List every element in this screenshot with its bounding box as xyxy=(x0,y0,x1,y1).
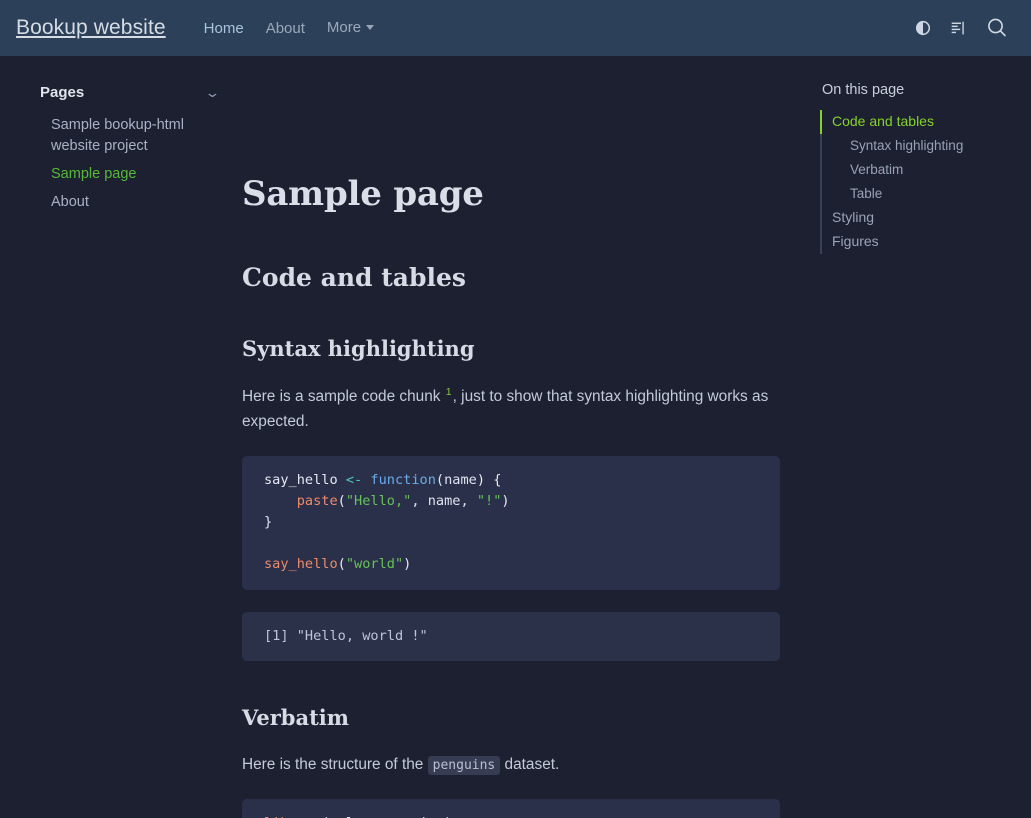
page-layout: Pages ⌄ Sample bookup-html website proje… xyxy=(0,56,1031,818)
text-settings-icon[interactable] xyxy=(950,20,967,37)
code-token-paren-close-3: ) xyxy=(403,556,412,573)
code-token-arg-name: name xyxy=(444,471,477,488)
list-item: Sample page xyxy=(51,164,218,185)
toc-item-verbatim[interactable]: Verbatim xyxy=(820,158,1021,182)
toc-link-styling[interactable]: Styling xyxy=(832,209,874,225)
page-title: Sample page xyxy=(242,174,484,214)
article-body: Sample page Code and tables Syntax highl… xyxy=(242,174,780,818)
toc-link-syntax-highlighting[interactable]: Syntax highlighting xyxy=(850,138,963,153)
list-item: About xyxy=(51,192,218,213)
code-token-assign: <- xyxy=(337,471,371,488)
toc-link-verbatim[interactable]: Verbatim xyxy=(850,162,903,177)
sidebar-item-sample-page[interactable]: Sample page xyxy=(51,164,136,185)
main-content: Sample page Code and tables Syntax highl… xyxy=(236,56,810,818)
toc-item-syntax-highlighting[interactable]: Syntax highlighting xyxy=(820,134,1021,158)
search-icon[interactable] xyxy=(985,16,1009,40)
sidebar-pages-toggle[interactable]: Pages ⌄ xyxy=(40,84,221,101)
nav-link-more-label[interactable]: More xyxy=(327,19,361,36)
syntax-paragraph-text-before: Here is a sample code chunk xyxy=(242,388,445,406)
sidebar-page-list: Sample bookup-html website project Sampl… xyxy=(40,115,218,213)
top-navbar: Bookup website Home About More xyxy=(0,0,1031,56)
color-mode-toggle-icon[interactable] xyxy=(914,19,932,37)
toc-link-table[interactable]: Table xyxy=(850,186,882,201)
code-token-identifier: say_hello xyxy=(264,471,338,488)
toc-item-figures[interactable]: Figures xyxy=(820,230,1021,254)
nav-link-about[interactable]: About xyxy=(266,20,305,37)
chevron-down-icon xyxy=(366,25,375,31)
toc-item-styling[interactable]: Styling xyxy=(820,206,1021,230)
code-output-block: [1] "Hello, world !" xyxy=(242,611,780,661)
verbatim-text-before: Here is the structure of the xyxy=(242,755,428,773)
footnote-marker[interactable]: 1 xyxy=(445,386,453,398)
code-token-indent xyxy=(264,493,297,509)
list-item: Sample bookup-html website project xyxy=(51,115,218,157)
code-token-call-say-hello: say_hello xyxy=(264,556,338,573)
subsection-heading-verbatim: Verbatim xyxy=(242,704,349,730)
toc-link-figures[interactable]: Figures xyxy=(832,233,879,249)
sidebar-item-about[interactable]: About xyxy=(51,192,89,213)
subsection-heading-syntax-highlighting: Syntax highlighting xyxy=(242,336,475,362)
chevron-down-icon[interactable]: ⌄ xyxy=(204,86,220,99)
sidebar-item-sample-project[interactable]: Sample bookup-html website project xyxy=(51,115,218,157)
nav-dropdown-more[interactable]: More xyxy=(327,19,375,37)
toc-list: Code and tables Syntax highlighting Verb… xyxy=(820,110,1021,254)
nav-link-home[interactable]: Home xyxy=(204,20,244,37)
section-heading-code-and-tables: Code and tables xyxy=(242,263,466,293)
left-sidebar: Pages ⌄ Sample bookup-html website proje… xyxy=(0,56,236,220)
code-token-paren-open-2: ( xyxy=(337,492,346,509)
code-token-brace-close: } xyxy=(264,513,273,530)
toc-item-table[interactable]: Table xyxy=(820,182,1021,206)
syntax-paragraph: Here is a sample code chunk 1, just to s… xyxy=(242,384,780,433)
verbatim-text-after: dataset. xyxy=(500,755,560,773)
navbar-actions xyxy=(914,16,1015,40)
toc-item-code-and-tables[interactable]: Code and tables xyxy=(820,110,1021,134)
code-token-paren-close-2: ) xyxy=(501,492,510,509)
code-token-args-mid: , name, xyxy=(411,492,477,509)
code-token-fn-paste: paste xyxy=(296,492,338,509)
sidebar-title: Pages xyxy=(40,84,85,101)
code-token-string-hello: "Hello," xyxy=(345,492,412,509)
inline-code-penguins: penguins xyxy=(427,755,501,775)
verbatim-paragraph: Here is the structure of the penguins da… xyxy=(242,753,780,777)
code-block-r-say-hello[interactable]: say_hello <- function(name) { paste("Hel… xyxy=(242,455,780,590)
code-token-paren-open: ( xyxy=(435,471,445,488)
code-block-r-penguins[interactable]: library(palmerpenguins) str(penguins) xyxy=(242,798,780,818)
code-token-paren-open-3: ( xyxy=(337,556,346,573)
primary-nav: Home About More xyxy=(204,19,375,37)
site-brand-link[interactable]: Bookup website xyxy=(16,16,166,40)
code-token-string-world: "world" xyxy=(345,556,404,573)
toc-link-code-and-tables[interactable]: Code and tables xyxy=(832,113,934,129)
code-token-brace-open: ) { xyxy=(476,471,502,488)
code-token-keyword-function: function xyxy=(370,471,436,488)
code-token-string-bang: "!" xyxy=(476,492,502,509)
on-this-page-toc: On this page Code and tables Syntax high… xyxy=(810,56,1031,254)
toc-title: On this page xyxy=(822,82,905,98)
